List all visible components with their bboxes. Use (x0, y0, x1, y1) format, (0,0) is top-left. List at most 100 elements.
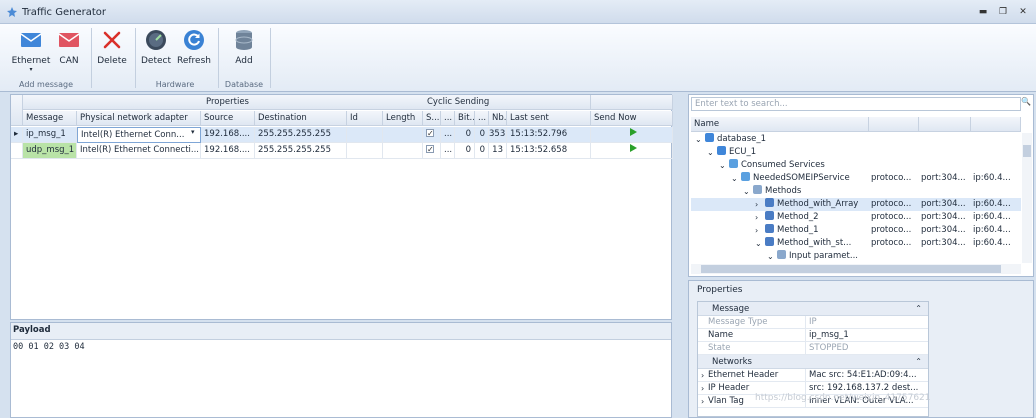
refresh-button[interactable]: Refresh (176, 26, 212, 74)
chevron-down-icon[interactable]: ⌄ (731, 172, 738, 185)
property-value[interactable]: STOPPED (806, 342, 928, 355)
delete-button[interactable]: Delete (94, 26, 130, 74)
chevron-down-icon[interactable]: ⌄ (695, 133, 702, 146)
source-cell[interactable]: 192.168.... (201, 143, 255, 159)
tree-node[interactable]: › Method_with_Array protoco... port:304... i… (691, 198, 1021, 211)
cyclic-enabled-cell[interactable] (423, 143, 441, 159)
tree-node-icon (765, 211, 774, 220)
adapter-cell[interactable]: Intel(R) Ethernet Connecti... (77, 143, 201, 159)
play-icon[interactable] (629, 128, 637, 136)
tree-node[interactable]: ⌄ database_1 (691, 133, 1021, 146)
can-button[interactable]: CAN (54, 26, 84, 74)
cyclic-count-cell[interactable]: 0 (475, 127, 489, 143)
chevron-right-icon[interactable]: › (755, 211, 758, 224)
source-cell[interactable]: 192.168.... (201, 127, 255, 143)
tree-column[interactable] (919, 117, 971, 132)
chevron-down-icon[interactable]: ⌄ (743, 185, 750, 198)
ethernet-button[interactable]: Ethernet ▾ (8, 26, 54, 74)
tree-node[interactable]: ⌄ Methods (691, 185, 1021, 198)
row-indicator[interactable] (11, 143, 23, 159)
send-now-cell[interactable] (591, 127, 673, 143)
bit-cell[interactable]: 0 (455, 127, 475, 143)
chevron-down-icon[interactable]: ⌄ (719, 159, 726, 172)
collapse-icon[interactable]: ⌃ (915, 302, 922, 316)
column-header[interactable]: Destination (255, 111, 347, 126)
chevron-right-icon[interactable]: › (755, 198, 758, 211)
column-header[interactable]: S... (423, 111, 441, 126)
add-database-button[interactable]: Add (222, 26, 266, 74)
chevron-down-icon[interactable]: ▾ (191, 128, 195, 136)
id-cell[interactable] (347, 143, 383, 159)
property-value[interactable]: Mac src: 54:E1:AD:09:4... (806, 369, 928, 382)
scroll-thumb[interactable] (1023, 145, 1031, 157)
tree-horizontal-scrollbar[interactable] (691, 264, 1021, 274)
property-value[interactable]: IP (806, 316, 928, 329)
destination-cell[interactable]: 255.255.255.255 (255, 143, 347, 159)
column-header[interactable]: Source (201, 111, 255, 126)
tree-node[interactable]: ⌄ ECU_1 (691, 146, 1021, 159)
message-name-cell[interactable]: ip_msg_1 (23, 127, 77, 143)
column-header[interactable]: ... (475, 111, 489, 126)
column-header[interactable]: Id (347, 111, 383, 126)
tree-node-icon (741, 172, 750, 181)
bit-cell[interactable]: 0 (455, 143, 475, 159)
column-header[interactable]: Bit... (455, 111, 475, 126)
tree-vertical-scrollbar[interactable] (1022, 133, 1032, 263)
row-header-corner (11, 95, 23, 126)
scroll-thumb[interactable] (701, 265, 1001, 273)
column-header[interactable]: Message (23, 111, 77, 126)
column-header[interactable]: ... (441, 111, 455, 126)
cyclic-count-cell[interactable]: 0 (475, 143, 489, 159)
chevron-down-icon[interactable]: ⌄ (767, 250, 774, 263)
adapter-cell[interactable]: Intel(R) Ethernet Conn... (77, 127, 201, 143)
tree-node[interactable]: ⌄ Method_with_st... protoco... port:304... i… (691, 237, 1021, 250)
length-cell[interactable] (383, 143, 423, 159)
column-header[interactable]: Length (383, 111, 423, 126)
chevron-down-icon[interactable]: ▾ (8, 66, 54, 73)
detect-button[interactable]: Detect (138, 26, 174, 74)
close-button[interactable]: ✕ (1016, 6, 1030, 18)
detect-label: Detect (140, 56, 171, 66)
tree-node[interactable]: ⌄ NeededSOMEIPService protoco... port:304..… (691, 172, 1021, 185)
property-group-header[interactable]: Networks ⌃ (698, 355, 928, 369)
payload-editor[interactable]: 00 01 02 03 04 (11, 339, 671, 417)
tree-node-value (973, 250, 1021, 263)
column-header[interactable]: Physical network adapter (77, 111, 201, 126)
play-icon[interactable] (629, 144, 637, 152)
cyclic-checkbox[interactable] (426, 127, 434, 141)
destination-cell[interactable]: 255.255.255.255 (255, 127, 347, 143)
column-header[interactable]: Nb... (489, 111, 507, 126)
group-hardware-label: Hardware (155, 80, 195, 89)
length-cell[interactable] (383, 127, 423, 143)
minimize-button[interactable]: ▬ (976, 6, 990, 18)
restore-button[interactable]: ❐ (996, 6, 1010, 18)
send-now-cell[interactable] (591, 143, 673, 159)
add-label: Add (235, 56, 253, 66)
chevron-down-icon[interactable]: ⌄ (755, 237, 762, 250)
message-name-cell[interactable]: udp_msg_1 (23, 143, 77, 159)
detect-gauge-icon (146, 30, 166, 50)
column-header[interactable]: Send Now (591, 111, 673, 126)
tree-node-value: port:304... (921, 225, 966, 235)
cyclic-period-cell[interactable]: ... (441, 127, 455, 143)
tree-column[interactable] (869, 117, 919, 132)
tree-node[interactable]: ⌄ Consumed Services (691, 159, 1021, 172)
cyclic-enabled-cell[interactable] (423, 127, 441, 143)
column-header[interactable]: Last sent (507, 111, 591, 126)
chevron-down-icon[interactable]: ⌄ (707, 146, 714, 159)
property-group-header[interactable]: Message ⌃ (698, 302, 928, 316)
collapse-icon[interactable]: ⌃ (915, 355, 922, 369)
row-indicator[interactable]: ▸ (11, 127, 23, 143)
tree-search-input[interactable]: Enter text to search... (691, 97, 1021, 111)
search-icon[interactable]: 🔍 (1021, 97, 1031, 106)
id-cell[interactable] (347, 127, 383, 143)
chevron-right-icon[interactable]: › (755, 224, 758, 237)
property-value[interactable]: ip_msg_1 (806, 329, 928, 342)
tree-node[interactable]: › Method_1 protoco... port:304... ip:60.4... (691, 224, 1021, 237)
tree-column[interactable] (971, 117, 1021, 132)
cyclic-period-cell[interactable]: ... (441, 143, 455, 159)
tree-node[interactable]: ⌄ Input paramet... (691, 250, 1021, 263)
cyclic-checkbox[interactable] (426, 143, 434, 157)
tree-node[interactable]: › Method_2 protoco... port:304... ip:60.4... (691, 211, 1021, 224)
tree-column-name[interactable]: Name (691, 117, 869, 132)
